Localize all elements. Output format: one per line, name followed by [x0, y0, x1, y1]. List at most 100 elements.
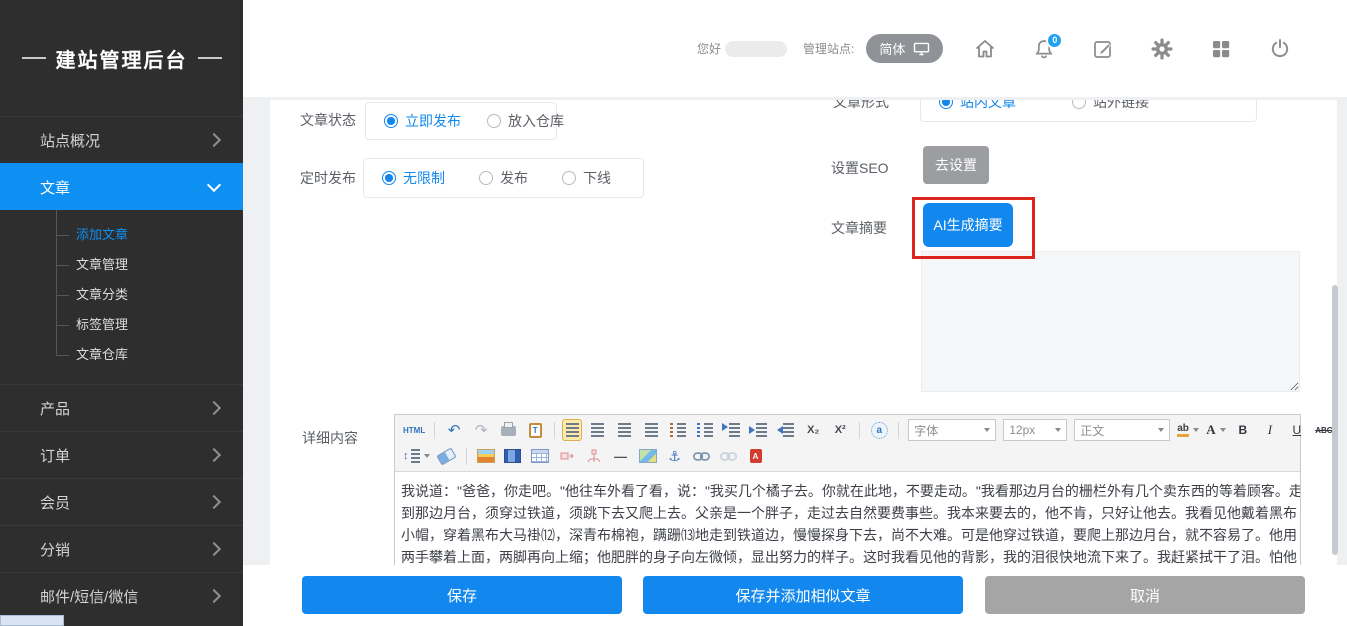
app-title-text: 建站管理后台 — [56, 44, 188, 73]
sidebar-item-label: 产品 — [40, 398, 209, 419]
outdent-icon[interactable] — [774, 419, 798, 441]
notifications-bell-icon[interactable]: 0 — [1032, 37, 1056, 61]
export-pdf-icon[interactable]: A — [744, 445, 768, 467]
first-line-indent-icon[interactable] — [720, 419, 744, 441]
align-left-icon[interactable] — [562, 419, 582, 441]
manage-site-label: 管理站点: — [803, 40, 854, 57]
radio-external-link[interactable]: 站外链接 — [1072, 100, 1149, 112]
vertical-scrollbar[interactable] — [1332, 285, 1338, 555]
insert-media-icon[interactable] — [501, 445, 525, 467]
submenu-item-label: 文章管理 — [76, 257, 128, 272]
cancel-button[interactable]: 取消 — [985, 576, 1305, 614]
insert-image-icon[interactable] — [474, 445, 498, 467]
remove-format-eraser-icon[interactable] — [435, 445, 459, 467]
radio-publish[interactable]: 发布 — [479, 168, 528, 188]
submenu-item-article-manage[interactable]: 文章管理 — [0, 250, 243, 280]
radio-icon — [562, 171, 576, 185]
seo-setup-button[interactable]: 去设置 — [923, 146, 989, 184]
article-status-radio-group: 立即发布 放入仓库 — [365, 102, 557, 140]
chevron-right-icon — [207, 589, 221, 603]
editor-text-line: 两手攀着上面，两脚再向上缩；他肥胖的身子向左微倾，显出努力的样子。这时我看见他的… — [401, 546, 1294, 566]
undo-icon[interactable]: ↶ — [442, 419, 466, 441]
sidebar-item-mail-sms-wechat[interactable]: 邮件/短信/微信 — [0, 572, 243, 619]
settings-gear-icon[interactable] — [1150, 37, 1174, 61]
save-and-add-similar-button[interactable]: 保存并添加相似文章 — [643, 576, 963, 614]
radio-selected-icon — [384, 114, 398, 128]
submenu-item-label: 添加文章 — [76, 227, 128, 242]
unordered-list-icon[interactable] — [693, 419, 717, 441]
sidebar-item-label: 邮件/短信/微信 — [40, 586, 209, 607]
align-center-icon[interactable] — [585, 419, 609, 441]
radio-icon — [479, 171, 493, 185]
paste-as-text-icon[interactable]: T — [523, 419, 547, 441]
articles-submenu: 添加文章 文章管理 文章分类 标签管理 文章仓库 — [0, 210, 243, 384]
redo-icon[interactable]: ↷ — [469, 419, 493, 441]
sidebar-item-products[interactable]: 产品 — [0, 384, 243, 431]
radio-put-in-warehouse[interactable]: 放入仓库 — [487, 111, 564, 131]
editor-toolbar: HTML ↶ ↷ T X₂ X² — [395, 415, 1300, 472]
sidebar-item-orders[interactable]: 订单 — [0, 431, 243, 478]
superscript-icon[interactable]: X² — [828, 419, 852, 441]
line-height-icon[interactable]: ↕ — [401, 445, 432, 467]
sidebar-item-distribution[interactable]: 分销 — [0, 525, 243, 572]
chevron-right-icon — [207, 401, 221, 415]
italic-icon[interactable]: I — [1258, 419, 1282, 441]
font-size-select[interactable]: 12px — [1003, 419, 1067, 441]
paragraph-format-select[interactable]: 正文 — [1074, 419, 1170, 441]
language-site-switcher[interactable]: 简体 — [866, 34, 943, 63]
align-justify-icon[interactable] — [639, 419, 663, 441]
chevron-right-icon — [207, 542, 221, 556]
home-icon[interactable] — [973, 37, 997, 61]
radio-internal-article[interactable]: 站内文章 — [939, 100, 1016, 112]
underline-icon[interactable]: U — [1285, 419, 1309, 441]
anchor-icon[interactable]: ⚓ — [663, 445, 687, 467]
circled-a-icon[interactable]: a — [867, 419, 891, 441]
page-break-icon[interactable] — [555, 445, 579, 467]
highlight-color-icon[interactable]: ab — [1175, 419, 1201, 441]
chevron-right-icon — [207, 495, 221, 509]
horizontal-rule-icon[interactable]: — — [609, 445, 633, 467]
indent-icon[interactable] — [747, 419, 771, 441]
apps-grid-icon[interactable] — [1209, 37, 1233, 61]
radio-publish-now[interactable]: 立即发布 — [384, 111, 461, 131]
summary-textarea[interactable] — [921, 251, 1300, 392]
sidebar-item-site-overview[interactable]: 站点概况 — [0, 116, 243, 163]
map-image-icon[interactable] — [636, 445, 660, 467]
compose-edit-icon[interactable] — [1091, 37, 1115, 61]
radio-selected-icon — [382, 171, 396, 185]
toolbar-separator — [898, 422, 899, 439]
username-redacted — [725, 41, 787, 57]
ai-generate-summary-button[interactable]: AI生成摘要 — [923, 203, 1013, 247]
unlink-icon[interactable] — [717, 445, 741, 467]
save-button[interactable]: 保存 — [302, 576, 622, 614]
toolbar-separator — [859, 422, 860, 439]
print-icon[interactable] — [496, 419, 520, 441]
bold-icon[interactable]: B — [1231, 419, 1255, 441]
insert-template-icon[interactable] — [582, 445, 606, 467]
submenu-item-tag-manage[interactable]: 标签管理 — [0, 310, 243, 340]
insert-table-icon[interactable] — [528, 445, 552, 467]
sidebar-item-label: 站点概况 — [40, 130, 209, 151]
header-icon-group: 0 — [973, 37, 1292, 61]
language-label: 简体 — [879, 39, 905, 58]
power-logout-icon[interactable] — [1268, 37, 1292, 61]
font-family-select[interactable]: 字体 — [908, 419, 996, 441]
insert-link-icon[interactable] — [690, 445, 714, 467]
toolbar-separator — [554, 422, 555, 439]
font-color-icon[interactable]: A — [1204, 419, 1228, 441]
submenu-item-article-category[interactable]: 文章分类 — [0, 280, 243, 310]
radio-no-limit[interactable]: 无限制 — [382, 168, 445, 188]
submenu-item-add-article[interactable]: 添加文章 — [0, 220, 243, 250]
chevron-right-icon — [207, 133, 221, 147]
submenu-item-article-warehouse[interactable]: 文章仓库 — [0, 340, 243, 370]
radio-offline[interactable]: 下线 — [562, 168, 611, 188]
sidebar-item-members[interactable]: 会员 — [0, 478, 243, 525]
align-right-icon[interactable] — [612, 419, 636, 441]
monitor-icon — [913, 42, 930, 56]
ordered-list-icon[interactable] — [666, 419, 690, 441]
html-source-button[interactable]: HTML — [401, 419, 427, 441]
subscript-icon[interactable]: X₂ — [801, 419, 825, 441]
editor-content-area[interactable]: 我说道："爸爸，你走吧。"他往车外看了看，说："我买几个橘子去。你就在此地，不要… — [395, 472, 1300, 566]
sidebar-item-label: 会员 — [40, 492, 209, 513]
sidebar-item-articles[interactable]: 文章 — [0, 163, 243, 210]
